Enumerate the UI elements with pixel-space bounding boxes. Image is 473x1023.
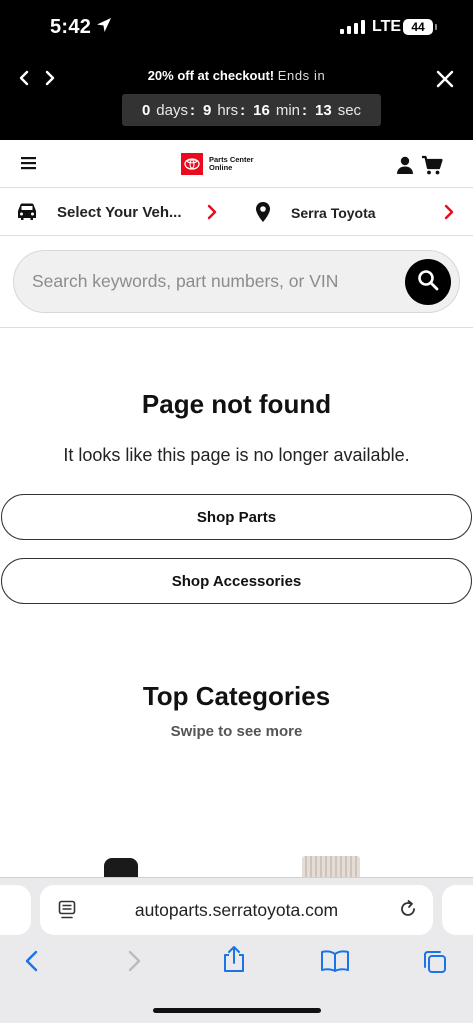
search-icon xyxy=(417,269,439,296)
battery-tip xyxy=(435,24,437,30)
toyota-logo-icon xyxy=(181,153,203,175)
status-time: 5:42 xyxy=(50,16,92,38)
browser-toolbar: autoparts.serratoyota.com xyxy=(0,877,473,1023)
selector-row: Select Your Veh... Serra Toyota xyxy=(0,189,473,236)
countdown-days: 0 xyxy=(141,101,151,119)
countdown-days-label: days xyxy=(156,101,188,119)
dealer-selector-label: Serra Toyota xyxy=(291,205,376,221)
battery-icon: 44 xyxy=(403,19,433,35)
countdown-separator: : xyxy=(240,101,246,119)
search-input[interactable] xyxy=(32,251,392,312)
countdown-seconds: 13 xyxy=(315,101,332,119)
countdown-seconds-label: sec xyxy=(337,101,362,119)
logo-line2: Online xyxy=(209,163,233,172)
status-bar: 5:42 LTE 44 xyxy=(0,0,473,56)
location-pin-icon xyxy=(255,201,271,228)
chevron-right-icon xyxy=(443,204,455,225)
site-header: Parts Center Online xyxy=(0,140,473,188)
countdown-hours-label: hrs xyxy=(217,101,239,119)
address-bar[interactable]: autoparts.serratoyota.com xyxy=(40,885,433,935)
chevron-right-icon xyxy=(206,204,218,225)
car-icon xyxy=(16,202,38,227)
countdown-hours: 9 xyxy=(202,101,212,119)
category-product-image[interactable] xyxy=(104,858,138,878)
share-icon[interactable] xyxy=(222,945,246,978)
promo-ends-text: Ends in xyxy=(277,68,326,83)
divider xyxy=(0,327,473,328)
forward-icon[interactable] xyxy=(124,949,144,978)
cart-icon[interactable] xyxy=(421,155,443,181)
page-title: Page not found xyxy=(141,389,332,419)
search-button[interactable] xyxy=(405,259,451,305)
back-icon[interactable] xyxy=(22,949,42,978)
location-arrow-icon xyxy=(96,17,112,38)
shop-accessories-button[interactable]: Shop Accessories xyxy=(1,558,472,604)
search-bar xyxy=(13,250,460,313)
categories-subtitle: Swipe to see more xyxy=(170,723,303,740)
network-type: LTE xyxy=(372,18,402,35)
promo-headline: 20% off at checkout! xyxy=(147,68,275,83)
home-indicator[interactable] xyxy=(153,1008,321,1013)
hamburger-menu-icon[interactable] xyxy=(20,154,38,177)
vehicle-selector-label: Select Your Veh... xyxy=(57,204,182,221)
close-icon[interactable] xyxy=(432,66,458,92)
next-tab-preview[interactable] xyxy=(442,885,473,935)
countdown-separator: : xyxy=(302,101,308,119)
logo-text: Parts Center Online xyxy=(209,156,254,172)
url-text: autoparts.serratoyota.com xyxy=(134,900,339,920)
bookmarks-icon[interactable] xyxy=(320,949,350,978)
category-product-image[interactable] xyxy=(302,856,360,878)
dealer-selector[interactable]: Serra Toyota xyxy=(236,189,473,236)
tabs-icon[interactable] xyxy=(422,949,448,980)
categories-title: Top Categories xyxy=(142,681,331,711)
countdown-minutes-label: min xyxy=(275,101,301,119)
signal-icon xyxy=(340,20,366,39)
countdown-separator: : xyxy=(189,101,195,119)
promo-message: 20% off at checkout! Ends in xyxy=(0,68,473,83)
countdown-minutes: 16 xyxy=(253,101,270,119)
shop-parts-button[interactable]: Shop Parts xyxy=(1,494,472,540)
account-icon[interactable] xyxy=(395,155,415,180)
previous-tab-preview[interactable] xyxy=(0,885,31,935)
reload-icon[interactable] xyxy=(398,899,418,924)
site-logo[interactable]: Parts Center Online xyxy=(181,153,254,175)
countdown-timer: 0 days : 9 hrs : 16 min : 13 sec xyxy=(122,94,381,126)
not-found-message: It looks like this page is no longer ava… xyxy=(63,445,410,465)
promo-banner: 20% off at checkout! Ends in 0 days : 9 … xyxy=(0,56,473,140)
vehicle-selector[interactable]: Select Your Veh... xyxy=(0,189,236,236)
